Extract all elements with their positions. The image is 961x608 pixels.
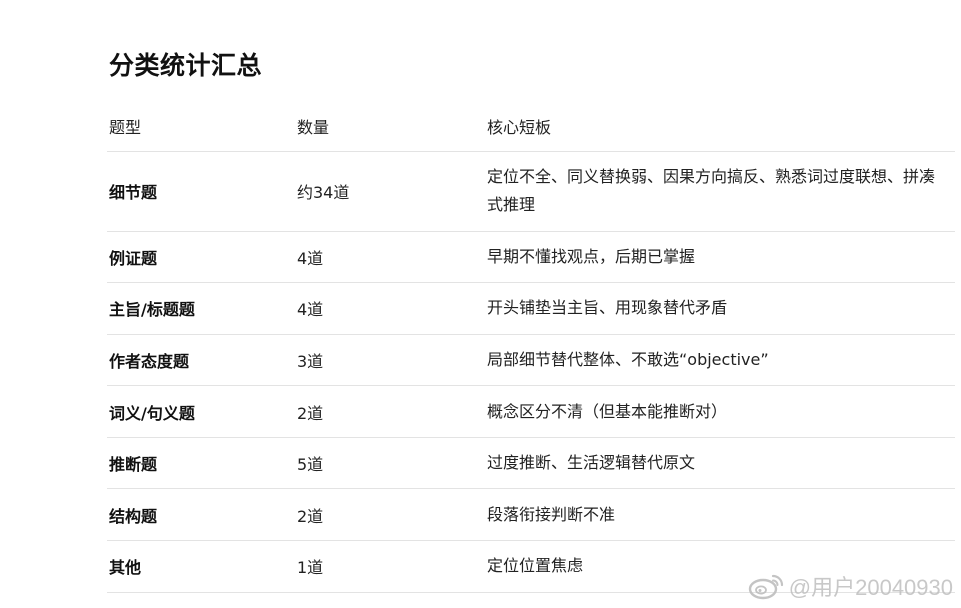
row-weakness: 局部细节替代整体、不敢选“objective” [485,334,955,387]
table-row: 主旨/标题题 4道 开头铺垫当主旨、用现象替代矛盾 [107,282,955,335]
row-type: 例证题 [107,231,295,284]
watermark: @用户20040930 [747,570,953,602]
row-type: 词义/句义题 [107,385,295,438]
row-weakness: 段落衔接判断不准 [485,488,955,542]
summary-table: 题型 数量 核心短板 细节题 约34道 定位不全、同义替换弱、因果方向搞反、熟悉… [107,101,955,593]
row-count: 3道 [295,334,485,387]
header-type: 题型 [107,101,295,152]
row-weakness: 过度推断、生活逻辑替代原文 [485,437,955,490]
table-row: 结构题 2道 段落衔接判断不准 [107,488,955,542]
header-count: 数量 [295,101,485,152]
row-type: 主旨/标题题 [107,282,295,335]
row-count: 4道 [295,231,485,284]
row-count: 2道 [295,488,485,542]
watermark-text: @用户20040930 [788,575,953,600]
row-count: 约34道 [295,151,485,232]
weibo-logo-icon [748,574,783,600]
table-row: 作者态度题 3道 局部细节替代整体、不敢选“objective” [107,334,955,387]
row-type: 推断题 [107,437,295,490]
table-row: 词义/句义题 2道 概念区分不清（但基本能推断对） [107,385,955,438]
table-header-row: 题型 数量 核心短板 [107,101,955,152]
row-weakness: 早期不懂找观点，后期已掌握 [485,231,955,284]
row-count: 1道 [295,540,485,593]
table-row: 细节题 约34道 定位不全、同义替换弱、因果方向搞反、熟悉词过度联想、拼凑式推理 [107,151,955,232]
row-type: 作者态度题 [107,334,295,387]
row-weakness: 概念区分不清（但基本能推断对） [485,385,955,438]
table-row: 推断题 5道 过度推断、生活逻辑替代原文 [107,437,955,490]
row-count: 4道 [295,282,485,335]
row-type: 其他 [107,540,295,593]
row-type: 结构题 [107,488,295,542]
table-row: 例证题 4道 早期不懂找观点，后期已掌握 [107,231,955,284]
row-weakness: 开头铺垫当主旨、用现象替代矛盾 [485,282,955,335]
row-weakness: 定位不全、同义替换弱、因果方向搞反、熟悉词过度联想、拼凑式推理 [485,151,955,232]
row-count: 2道 [295,385,485,438]
page-title: 分类统计汇总 [109,51,263,80]
header-weakness: 核心短板 [485,101,955,152]
row-type: 细节题 [107,151,295,232]
row-count: 5道 [295,437,485,490]
